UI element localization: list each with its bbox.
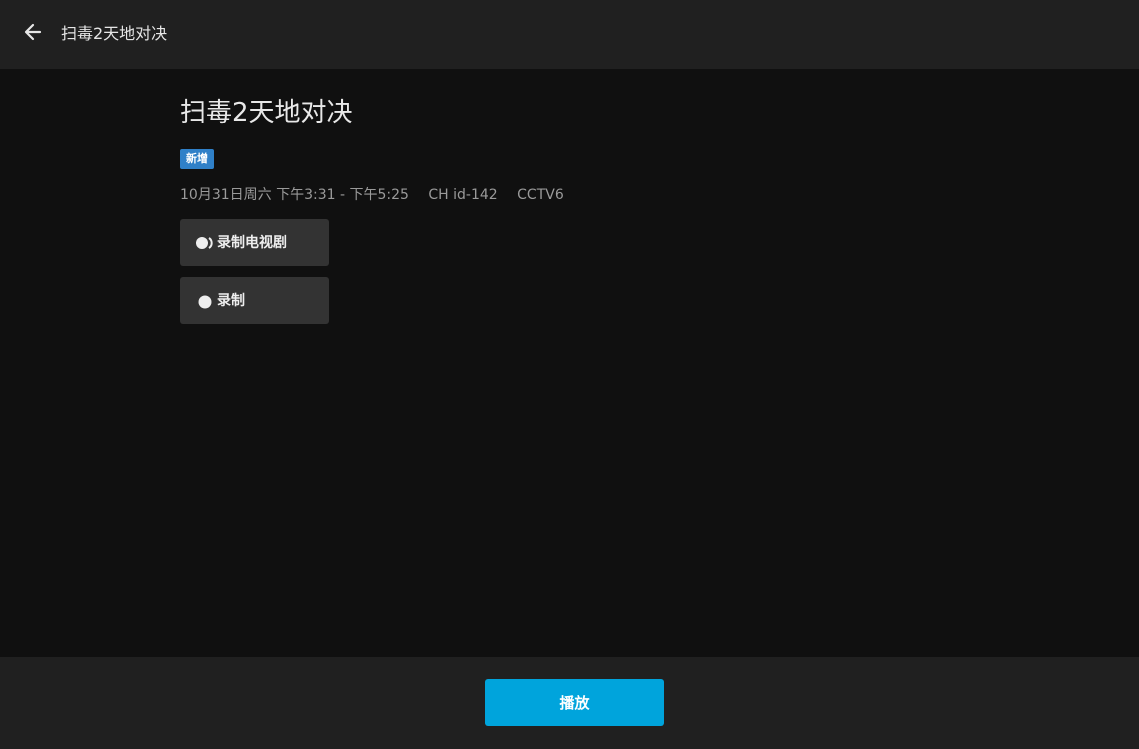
header-bar: 扫毒2天地对决 xyxy=(0,0,1139,69)
record-dot-icon xyxy=(195,293,217,309)
arrow-left-icon xyxy=(23,22,43,46)
app-window: 扫毒2天地对决 扫毒2天地对决 新增 10月31日周六 下午3:31 - 下午5… xyxy=(0,0,1139,749)
back-button[interactable] xyxy=(18,19,48,49)
channel-name: CCTV6 xyxy=(517,187,564,203)
channel-id: CH id-142 xyxy=(428,187,498,203)
record-series-icon xyxy=(195,235,217,251)
program-meta: 10月31日周六 下午3:31 - 下午5:25 CH id-142 CCTV6 xyxy=(180,185,579,205)
header-title: 扫毒2天地对决 xyxy=(61,24,168,43)
program-title: 扫毒2天地对决 xyxy=(180,98,353,128)
record-label: 录制 xyxy=(217,292,245,309)
record-series-button[interactable]: 录制电视剧 xyxy=(180,219,329,266)
footer-bar: 播放 xyxy=(0,657,1139,749)
play-button[interactable]: 播放 xyxy=(485,679,664,726)
program-time: 10月31日周六 下午3:31 - 下午5:25 xyxy=(180,187,409,203)
record-button[interactable]: 录制 xyxy=(180,277,329,324)
record-series-label: 录制电视剧 xyxy=(217,234,287,251)
new-badge: 新增 xyxy=(180,149,214,169)
